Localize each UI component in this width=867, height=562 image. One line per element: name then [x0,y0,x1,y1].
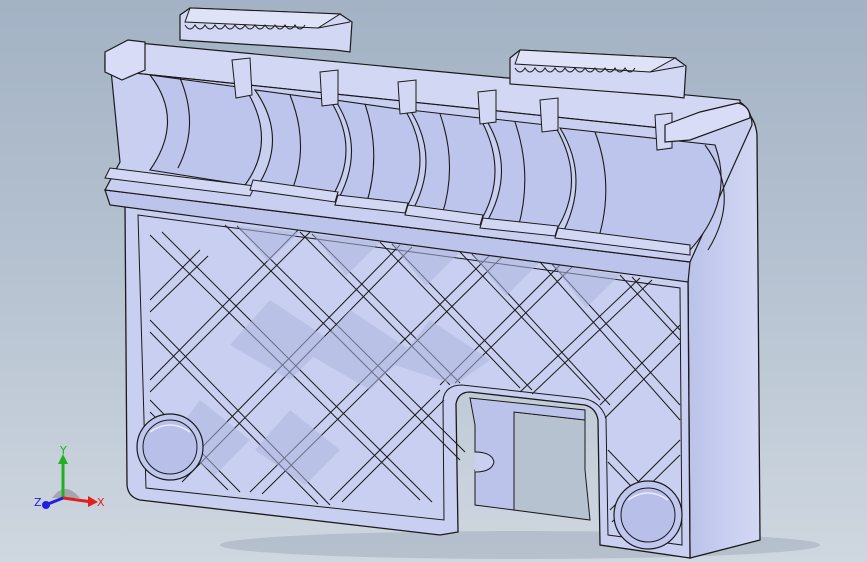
clip-left [179,7,353,53]
triad-z-label: Z [34,496,42,509]
graphics-viewport[interactable]: Y X Z [0,0,867,562]
boss-left [136,413,204,481]
triad-y-label: Y [59,444,67,457]
triad-base [52,489,80,498]
boss-right [613,480,683,550]
triad-z-axis [47,496,64,506]
orientation-triad[interactable]: Y X Z [30,440,110,520]
triad-x-label: X [97,496,105,509]
part-model[interactable] [0,0,867,562]
triad-x-axis [62,496,93,504]
bottom-cutout [513,411,591,521]
triad-z-arrow [42,501,50,509]
